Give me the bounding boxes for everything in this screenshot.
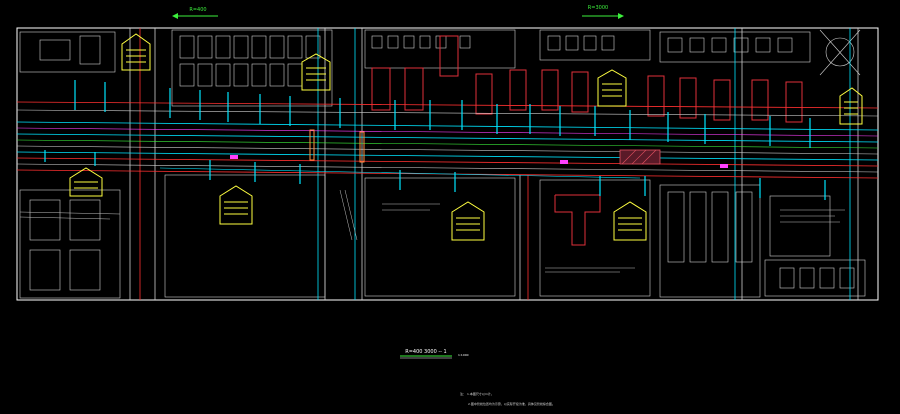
- annotation-tag: [121, 33, 151, 71]
- annotation-tag: [69, 167, 103, 197]
- drawing-frame: [16, 27, 879, 301]
- annotation-tag: [451, 201, 485, 241]
- cross-streets: [129, 28, 859, 300]
- note-line-1: 注： 1.本图尺寸以m计。: [460, 391, 494, 396]
- drawing-title: R=400 3000 -- 1: [405, 349, 447, 355]
- drawing-notes: 注： 1.本图尺寸以m计。 2.图中管线位置均为示意，以实际开挖为准，具体见管线…: [460, 391, 555, 406]
- cad-drawing-canvas: R=400 R=3000 R=400 3000 -- 1 1:1000 注： 1…: [16, 5, 879, 406]
- annotation-tag: [301, 53, 331, 91]
- top-label-right: R=3000: [582, 5, 624, 19]
- pipe-branch-markers: [44, 80, 826, 200]
- drawing-caption: R=400 3000 -- 1 1:1000: [400, 349, 469, 359]
- annotation-tags: [69, 33, 863, 241]
- top-label-left: R=400: [172, 7, 218, 19]
- dimension-notes: [19, 189, 845, 273]
- annotation-tag: [219, 185, 253, 225]
- top-label-right-text: R=3000: [588, 5, 608, 11]
- drawing-scale: 1:1000: [458, 353, 469, 357]
- note-line-2: 2.图中管线位置均为示意，以实际开挖为准，具体见管线综合图。: [468, 401, 555, 406]
- station-hatch: [619, 149, 661, 165]
- annotation-tag: [597, 69, 627, 107]
- annotation-tag: [839, 87, 863, 125]
- top-label-left-text: R=400: [189, 7, 206, 13]
- main-road-corridor: [16, 101, 879, 179]
- annotation-tag: [613, 201, 647, 241]
